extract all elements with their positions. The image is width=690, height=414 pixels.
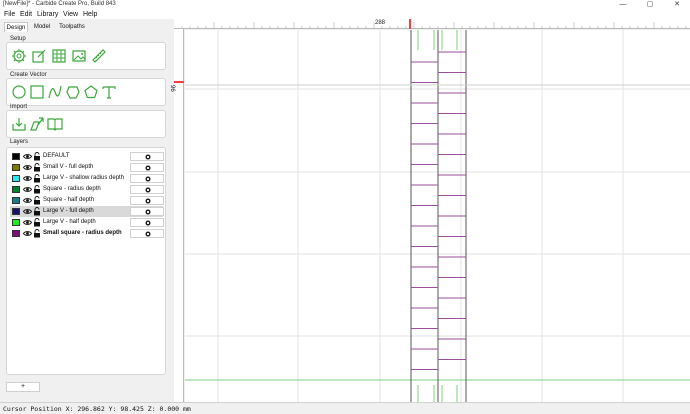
close-button[interactable]: ✕ [670, 0, 684, 10]
menu-file[interactable]: File [4, 10, 15, 19]
visibility-eye-icon[interactable] [22, 229, 33, 238]
polygon-shape-icon[interactable] [65, 84, 81, 100]
ruler-top: 288 [174, 19, 690, 29]
setup-tools [6, 42, 166, 70]
layer-row[interactable]: Small V - full depth [10, 162, 164, 173]
menu-view[interactable]: View [63, 10, 78, 19]
lock-icon[interactable] [33, 174, 41, 183]
layer-settings-button[interactable] [130, 174, 164, 183]
left-panel: Design Model Toolpaths Setup Create Vect… [0, 20, 172, 402]
ruler-left: 96 [169, 29, 184, 402]
lock-icon[interactable] [33, 207, 41, 216]
ruler-top-label: 288 [375, 20, 386, 26]
status-bar: Cursor Position X: 296.862 Y: 98.425 Z: … [0, 402, 690, 414]
lock-icon[interactable] [33, 185, 41, 194]
layer-row[interactable]: Square - radius depth [10, 184, 164, 195]
layer-name: Square - half depth [43, 197, 95, 203]
layer-name: Large V - half depth [43, 219, 96, 225]
lock-icon[interactable] [33, 218, 41, 227]
title-bar: [NewFile]* - Carbide Create Pro, Build 8… [0, 0, 690, 10]
tab-model[interactable]: Model [31, 22, 53, 32]
visibility-eye-icon[interactable] [22, 207, 33, 216]
layer-row[interactable]: Large V - full depth [10, 206, 164, 217]
section-layers-label: Layers [10, 139, 29, 145]
library-book-icon[interactable] [47, 116, 63, 132]
menu-help[interactable]: Help [83, 10, 97, 19]
workpiece-strip [410, 30, 467, 402]
layer-row[interactable]: Small square - radius depth [10, 228, 164, 239]
lock-icon[interactable] [33, 152, 41, 161]
circle-icon[interactable] [11, 84, 27, 100]
job-setup-icon[interactable] [11, 48, 27, 64]
maximize-button[interactable]: ▢ [643, 0, 657, 10]
layer-name: Large V - shallow radius depth [43, 175, 125, 181]
ruler-icon[interactable] [91, 48, 107, 64]
layer-name: Large V - full depth [43, 208, 94, 214]
menu-edit[interactable]: Edit [20, 10, 32, 19]
menu-bar: File Edit Library View Help [0, 10, 690, 19]
layer-color-swatch[interactable] [12, 186, 20, 193]
add-layer-button[interactable]: + [6, 382, 40, 392]
cursor-x-marker [409, 19, 411, 29]
tab-design[interactable]: Design [4, 22, 28, 32]
layer-row[interactable]: Square - half depth [10, 195, 164, 206]
layer-color-swatch[interactable] [12, 197, 20, 204]
layer-color-swatch[interactable] [12, 153, 20, 160]
layer-row[interactable]: Large V - shallow radius depth [10, 173, 164, 184]
visibility-eye-icon[interactable] [22, 163, 33, 172]
tab-toolpaths[interactable]: Toolpaths [56, 22, 88, 32]
layer-row[interactable]: DEFAULT [10, 151, 164, 162]
ruler-left-label: 96 [169, 85, 175, 92]
visibility-eye-icon[interactable] [22, 152, 33, 161]
lock-icon[interactable] [33, 196, 41, 205]
layer-name: Square - radius depth [43, 186, 101, 192]
layers-list: DEFAULT Small V - full depth Large V - sha… [6, 147, 166, 375]
lock-icon[interactable] [33, 163, 41, 172]
layer-color-swatch[interactable] [12, 230, 20, 237]
create-vector-tools [6, 78, 166, 106]
image-icon[interactable] [71, 48, 87, 64]
layer-settings-button[interactable] [130, 207, 164, 216]
visibility-eye-icon[interactable] [22, 218, 33, 227]
layer-color-swatch[interactable] [12, 208, 20, 215]
layer-color-swatch[interactable] [12, 164, 20, 171]
import-icon[interactable] [11, 116, 27, 132]
layer-settings-button[interactable] [130, 185, 164, 194]
pentagon-icon[interactable] [83, 84, 99, 100]
layer-name: DEFAULT [43, 153, 70, 159]
window-title: [NewFile]* - Carbide Create Pro, Build 8… [3, 1, 116, 7]
curve-icon[interactable] [47, 84, 63, 100]
import-tools [6, 110, 166, 138]
layer-settings-button[interactable] [130, 163, 164, 172]
layer-row[interactable]: Large V - half depth [10, 217, 164, 228]
rectangle-icon[interactable] [29, 84, 45, 100]
visibility-eye-icon[interactable] [22, 174, 33, 183]
import-image-icon[interactable] [29, 116, 45, 132]
layer-color-swatch[interactable] [12, 175, 20, 182]
layer-settings-button[interactable] [130, 152, 164, 161]
layer-settings-button[interactable] [130, 218, 164, 227]
lock-icon[interactable] [33, 229, 41, 238]
cursor-y-marker [174, 81, 184, 83]
visibility-eye-icon[interactable] [22, 196, 33, 205]
menu-library[interactable]: Library [37, 10, 58, 19]
layer-name: Small square - radius depth [43, 230, 122, 236]
visibility-eye-icon[interactable] [22, 185, 33, 194]
text-icon[interactable] [101, 84, 117, 100]
minimize-button[interactable]: — [616, 0, 630, 10]
cursor-position-text: Cursor Position X: 296.862 Y: 98.425 Z: … [3, 405, 191, 413]
grid-icon[interactable] [51, 48, 67, 64]
layer-settings-button[interactable] [130, 196, 164, 205]
layer-settings-button[interactable] [130, 229, 164, 238]
edit-icon[interactable] [31, 48, 47, 64]
layer-name: Small V - full depth [43, 164, 94, 170]
layer-color-swatch[interactable] [12, 219, 20, 226]
design-canvas[interactable] [185, 30, 690, 402]
